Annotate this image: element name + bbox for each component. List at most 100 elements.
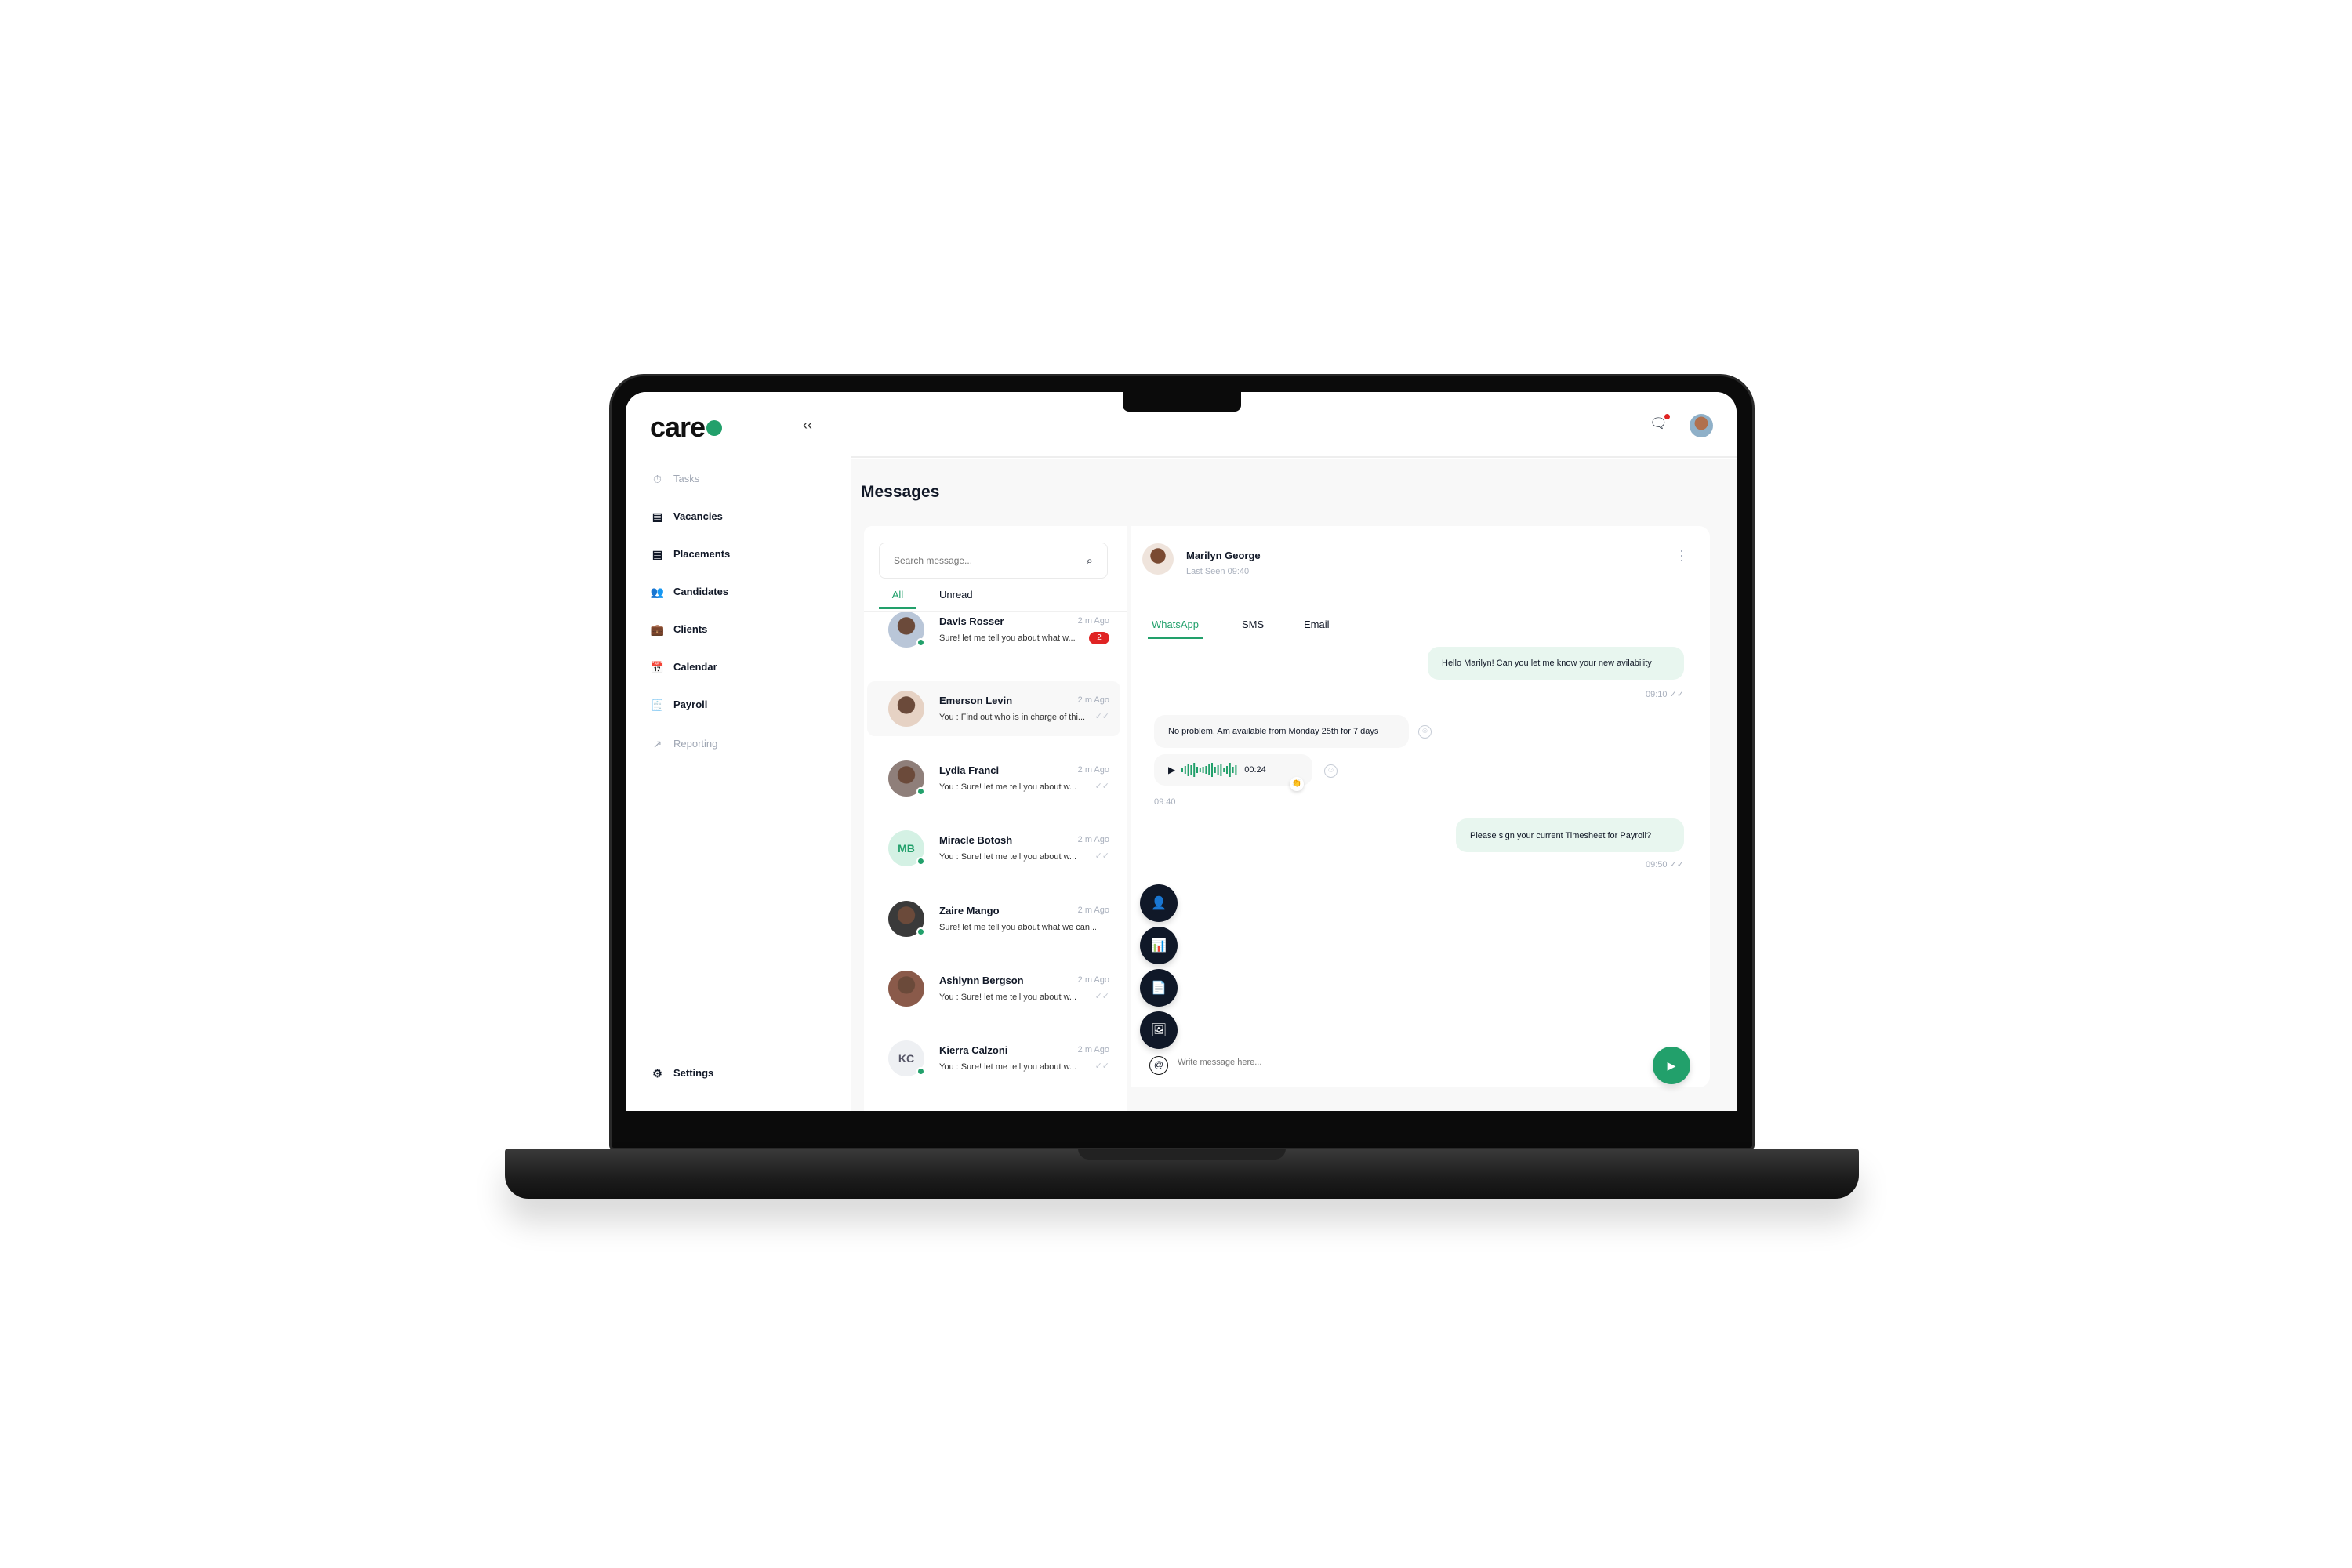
conversation-item[interactable]: Ashlynn Bergson 2 m Ago You : Sure! let me… [867, 961, 1120, 1016]
online-indicator [916, 1067, 925, 1076]
clipboard-icon: ▤ [652, 510, 663, 523]
sidebar-item-calendar[interactable]: 📅 Calendar [651, 660, 717, 673]
waveform-bar [1196, 767, 1199, 773]
tab-email[interactable]: Email [1304, 619, 1330, 637]
last-seen: Last Seen 09:40 [1186, 567, 1250, 576]
attach-icon[interactable]: @ [1149, 1056, 1168, 1075]
conversation-item[interactable]: MB Miracle Botosh 2 m Ago You : Sure! let m… [867, 821, 1120, 876]
share-image-button[interactable]: 🖼 [1140, 1011, 1178, 1049]
waveform-bar [1226, 766, 1229, 774]
screen: care ‹‹ ⏱ Tasks ▤ Vacancies ▤ Placements 👥 Cand… [626, 392, 1737, 1111]
sidebar-item-label: Tasks [673, 473, 700, 485]
message-input[interactable] [1178, 1058, 1617, 1067]
play-icon[interactable]: ▶ [1168, 764, 1175, 775]
conversation-time: 2 m Ago [1077, 835, 1109, 844]
sidebar-item-payroll[interactable]: 🧾 Payroll [650, 698, 708, 711]
conversation-name: Zaire Mango [939, 905, 1000, 916]
waveform-bar [1232, 767, 1234, 773]
sidebar-item-candidates[interactable]: 👥 Candidates [651, 585, 728, 598]
collapse-sidebar-button[interactable]: ‹‹ [803, 417, 812, 434]
conversation-item[interactable]: KC Kierra Calzoni 2 m Ago You : Sure! let m… [867, 1031, 1120, 1086]
user-avatar[interactable] [1690, 414, 1713, 437]
waveform-bar [1223, 768, 1225, 772]
conversation-name: Kierra Calzoni [939, 1044, 1008, 1056]
waveform-bar [1217, 765, 1219, 775]
message-time: 09:50 ✓✓ [1645, 860, 1684, 869]
conversation-item[interactable]: Davis Rosser 2 m Ago Sure! let me tell you… [867, 602, 1120, 657]
sidebar-item-label: Settings [673, 1067, 714, 1079]
search-box: ⌕ [879, 543, 1108, 579]
send-button[interactable]: ▶ [1653, 1047, 1690, 1084]
clipboard-icon: ▤ [652, 547, 663, 561]
waveform-bar [1202, 767, 1204, 773]
conversation-time: 2 m Ago [1077, 1045, 1109, 1054]
sidebar-item-label: Payroll [673, 699, 708, 710]
message-time: 09:40 [1154, 797, 1176, 807]
message-time: 09:10 ✓✓ [1645, 690, 1684, 699]
conversation-name: Lydia Franci [939, 764, 1000, 776]
sidebar-item-placements[interactable]: ▤ Placements [651, 547, 730, 561]
user-icon: 👤 [1151, 897, 1167, 910]
emoji-react-icon[interactable]: ☺ [1324, 764, 1338, 778]
emoji-react-icon[interactable]: ☺ [1418, 725, 1432, 739]
sidebar-item-settings[interactable]: ⚙ Settings [651, 1066, 713, 1080]
chat-panel: Marilyn George Last Seen 09:40 · · · Whats… [1131, 526, 1710, 1087]
message-outgoing: Please sign your current Timesheet for P… [1456, 818, 1684, 852]
share-chart-button[interactable]: 📊 [1140, 927, 1178, 964]
conversation-list: ⌕ All Unread Davis Rosser2 m AgoSure! le… [864, 526, 1127, 1111]
conversation-item[interactable]: Lydia Franci 2 m Ago You : Sure! let me te… [867, 751, 1120, 806]
sidebar-item-reporting[interactable]: ↗ Reporting [651, 737, 718, 750]
waveform-bar [1220, 764, 1222, 776]
avatar [888, 971, 924, 1007]
send-icon: ▶ [1667, 1058, 1676, 1072]
contact-avatar [1142, 543, 1174, 575]
chat-notification-icon[interactable]: 🗨 [1650, 414, 1670, 432]
conversation-time: 2 m Ago [1077, 695, 1109, 705]
sidebar-item-tasks[interactable]: ⏱ Tasks [651, 472, 699, 485]
sidebar-item-label: Placements [673, 548, 731, 560]
waveform-bar [1190, 765, 1192, 775]
read-receipt-icon: ✓✓ [1094, 851, 1109, 861]
conversation-name: Miracle Botosh [939, 834, 1013, 846]
message-incoming: No problem. Am available from Monday 25t… [1154, 715, 1409, 748]
users-icon: 👥 [650, 585, 665, 598]
read-receipt-icon: ✓✓ [1094, 712, 1109, 721]
waveform-bar [1200, 768, 1202, 772]
gear-icon: ⚙ [652, 1066, 662, 1080]
read-receipt-icon: ✓✓ [1094, 992, 1109, 1001]
share-document-button[interactable]: 📄 [1140, 969, 1178, 1007]
conversation-time: 2 m Ago [1077, 906, 1109, 915]
conversation-preview: You : Find out who is in charge of thi..… [939, 713, 1086, 722]
waveform-bar [1185, 766, 1187, 774]
search-input[interactable] [894, 555, 1066, 566]
tab-sms[interactable]: SMS [1242, 619, 1264, 637]
conversation-preview: You : Sure! let me tell you about w... [939, 1062, 1077, 1072]
sidebar-item-label: Candidates [673, 586, 729, 597]
sidebar: care ‹‹ ⏱ Tasks ▤ Vacancies ▤ Placements 👥 Cand… [626, 392, 851, 1111]
image-icon: 🖼 [1150, 1024, 1167, 1037]
search-icon[interactable]: ⌕ [1087, 554, 1093, 568]
conversation-name: Emerson Levin [939, 695, 1013, 706]
payroll-icon: 🧾 [650, 698, 665, 711]
calendar-icon: 📅 [650, 660, 665, 673]
conversation-name: Davis Rosser [939, 615, 1004, 627]
waveform-bar [1193, 763, 1196, 777]
waveform [1181, 763, 1237, 777]
laptop-hinge [1078, 1149, 1286, 1160]
waveform-bar [1205, 766, 1207, 774]
conversation-time: 2 m Ago [1077, 975, 1109, 985]
sidebar-item-label: Reporting [673, 738, 718, 750]
read-receipt-icon: ✓✓ [1094, 782, 1109, 791]
unread-badge: 2 [1089, 632, 1109, 644]
trend-icon: ↗ [652, 737, 662, 750]
conversation-item[interactable]: Zaire Mango 2 m Ago Sure! let me tell you … [867, 891, 1120, 946]
tab-whatsapp[interactable]: WhatsApp [1148, 619, 1203, 639]
share-contact-button[interactable]: 👤 [1140, 884, 1178, 922]
online-indicator [916, 857, 925, 866]
sidebar-item-clients[interactable]: 💼 Clients [651, 622, 708, 636]
conversation-item[interactable]: Emerson Levin 2 m Ago You : Find out who i… [867, 681, 1120, 736]
conversation-preview: You : Sure! let me tell you about w... [939, 782, 1077, 792]
sidebar-item-label: Vacancies [673, 510, 723, 522]
sidebar-item-vacancies[interactable]: ▤ Vacancies [651, 510, 723, 523]
more-options-icon[interactable]: · · · [1679, 543, 1684, 567]
